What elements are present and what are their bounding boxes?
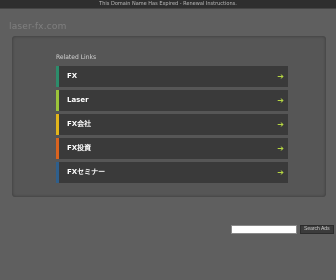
page: This Domain Name Has Expired - Renewal I… bbox=[0, 0, 336, 280]
arrow-right-icon: ➔ bbox=[277, 168, 284, 177]
search-bar: Search Ads bbox=[231, 225, 334, 234]
related-link-fx-seminar[interactable]: FXセミナー ➔ bbox=[56, 162, 288, 183]
expired-notice-bar: This Domain Name Has Expired - Renewal I… bbox=[0, 0, 336, 9]
renewal-instructions-link[interactable]: This Domain Name Has Expired - Renewal I… bbox=[99, 1, 237, 7]
arrow-right-icon: ➔ bbox=[277, 120, 284, 129]
related-link-fx-investment[interactable]: FX投資 ➔ bbox=[56, 138, 288, 159]
search-input[interactable] bbox=[231, 225, 297, 234]
search-ads-button[interactable]: Search Ads bbox=[300, 225, 334, 234]
related-link-fx[interactable]: FX ➔ bbox=[56, 66, 288, 87]
related-links-title: Related Links bbox=[56, 54, 97, 61]
related-link-label: FXセミナー bbox=[67, 168, 106, 176]
related-link-label: Laser bbox=[67, 96, 89, 104]
related-link-label: FX会社 bbox=[67, 120, 92, 128]
arrow-right-icon: ➔ bbox=[277, 96, 284, 105]
arrow-right-icon: ➔ bbox=[277, 144, 284, 153]
related-link-label: FX投資 bbox=[67, 144, 92, 152]
arrow-right-icon: ➔ bbox=[277, 72, 284, 81]
related-link-label: FX bbox=[67, 72, 78, 80]
related-links-list: FX ➔ Laser ➔ FX会社 ➔ FX投資 ➔ FXセミナー ➔ bbox=[56, 66, 288, 186]
domain-name: laser-fx.com bbox=[9, 22, 67, 32]
related-link-fx-company[interactable]: FX会社 ➔ bbox=[56, 114, 288, 135]
related-link-laser[interactable]: Laser ➔ bbox=[56, 90, 288, 111]
